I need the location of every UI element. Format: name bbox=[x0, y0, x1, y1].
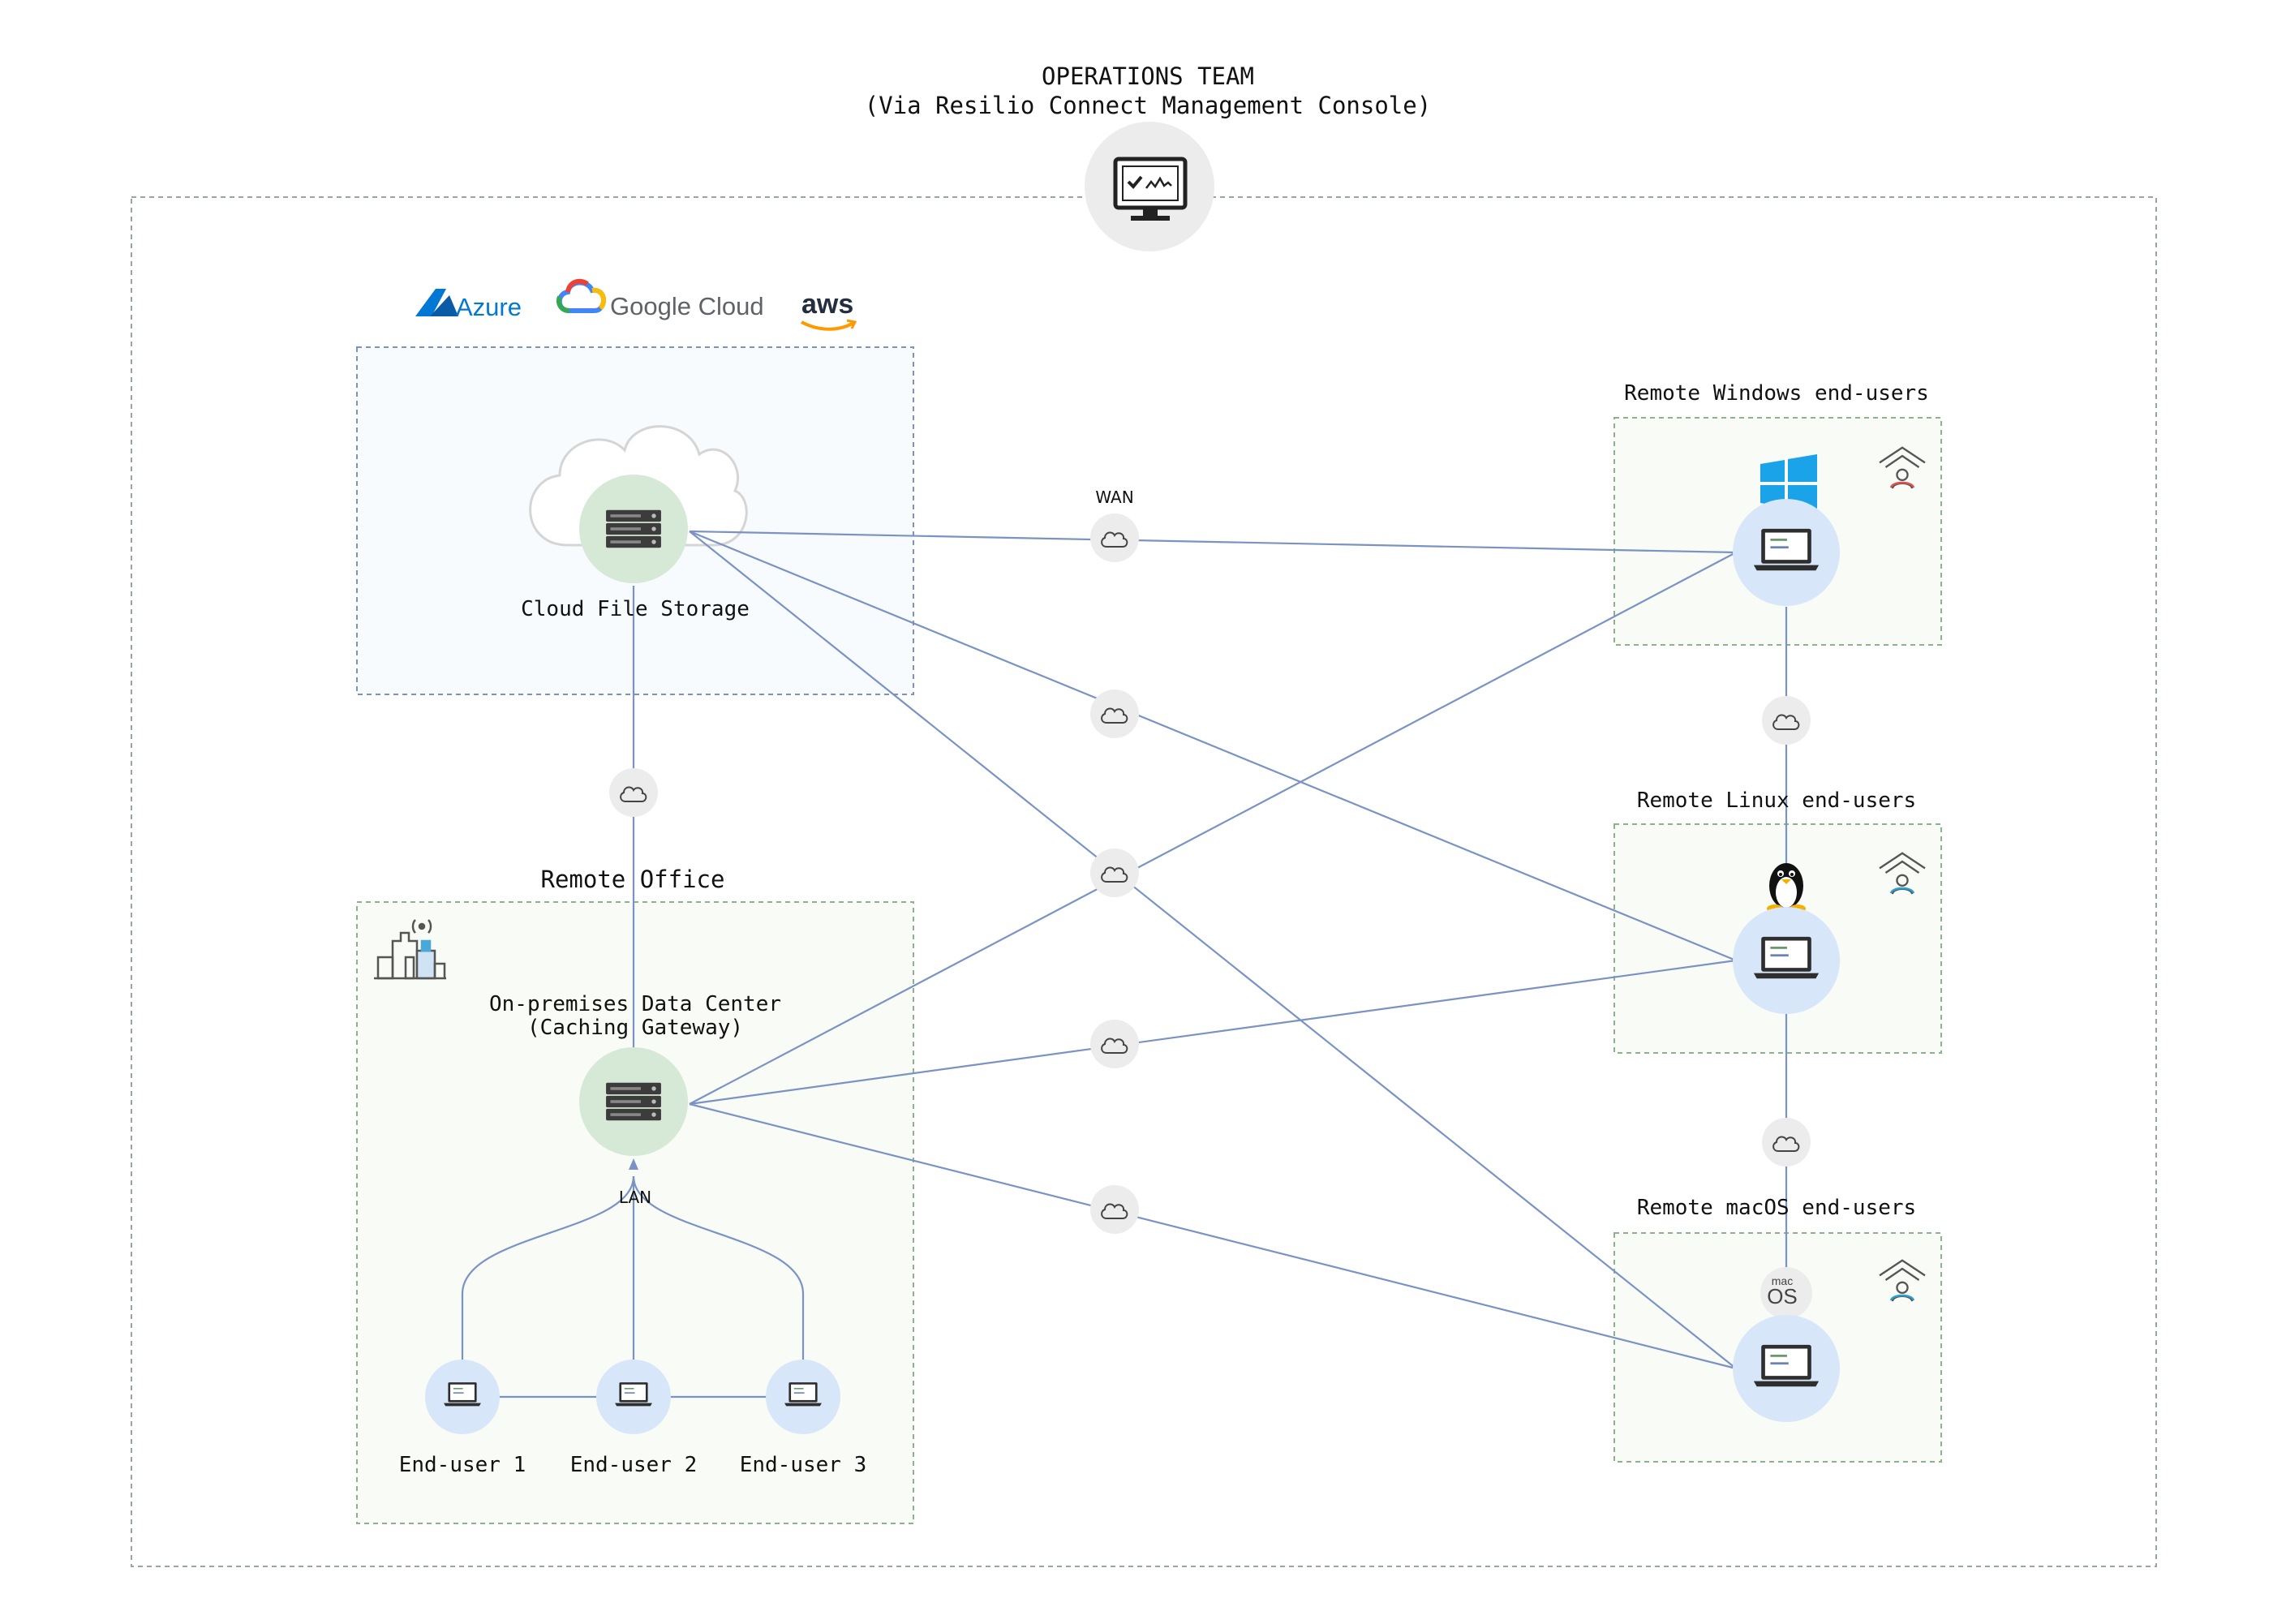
end-user-1-label: End-user 1 bbox=[399, 1453, 526, 1477]
remote-office-title: Remote Office bbox=[541, 866, 725, 893]
wan-relay-linux-macos bbox=[1762, 1118, 1811, 1166]
aws-logo: aws bbox=[801, 289, 857, 331]
azure-logo: Azure bbox=[415, 289, 522, 321]
svg-text:Azure: Azure bbox=[456, 293, 522, 321]
wan-relay-storage bbox=[609, 768, 658, 817]
end-user-2-laptop-icon bbox=[596, 1360, 671, 1434]
architecture-diagram: OPERATIONS TEAM (Via Resilio Connect Man… bbox=[131, 62, 2157, 1567]
windows-user-laptop-icon bbox=[1733, 499, 1840, 606]
cloud-storage-server-icon bbox=[579, 475, 688, 583]
svg-text:OS: OS bbox=[1767, 1284, 1798, 1308]
end-user-3-laptop-icon bbox=[766, 1360, 840, 1434]
datacenter-label-line2: (Caching Gateway) bbox=[527, 1016, 743, 1040]
linux-user-laptop-icon bbox=[1733, 907, 1840, 1014]
macos-logo-icon: mac OS bbox=[1760, 1267, 1812, 1319]
google-cloud-logo: Google Cloud bbox=[556, 278, 764, 320]
end-user-1-laptop-icon bbox=[425, 1360, 500, 1434]
end-user-3-label: End-user 3 bbox=[740, 1453, 867, 1477]
windows-group-title: Remote Windows end-users bbox=[1624, 381, 1929, 406]
wan-label: WAN bbox=[1095, 488, 1133, 507]
wan-relay-4 bbox=[1090, 1020, 1139, 1068]
caching-gateway-server-icon bbox=[579, 1047, 688, 1156]
svg-text:Google Cloud: Google Cloud bbox=[610, 292, 764, 320]
wan-relay-2 bbox=[1090, 690, 1139, 738]
lan-label: LAN bbox=[619, 1188, 651, 1207]
datacenter-label-line1: On-premises Data Center bbox=[489, 992, 781, 1016]
macos-user-laptop-icon bbox=[1733, 1315, 1840, 1422]
management-console-icon bbox=[1085, 122, 1214, 251]
wan-relay-1 bbox=[1090, 513, 1139, 562]
operations-title: OPERATIONS TEAM bbox=[1042, 62, 1254, 90]
wan-relay-3 bbox=[1090, 849, 1139, 897]
end-user-2-label: End-user 2 bbox=[570, 1453, 698, 1477]
cloud-storage-label: Cloud File Storage bbox=[521, 597, 750, 621]
macos-group-title: Remote macOS end-users bbox=[1637, 1196, 1916, 1220]
wan-relay-5 bbox=[1090, 1185, 1139, 1234]
svg-text:aws: aws bbox=[801, 289, 853, 320]
linux-group-title: Remote Linux end-users bbox=[1637, 788, 1916, 813]
wan-relay-windows-linux bbox=[1762, 696, 1811, 745]
operations-subtitle: (Via Resilio Connect Management Console) bbox=[865, 92, 1431, 119]
